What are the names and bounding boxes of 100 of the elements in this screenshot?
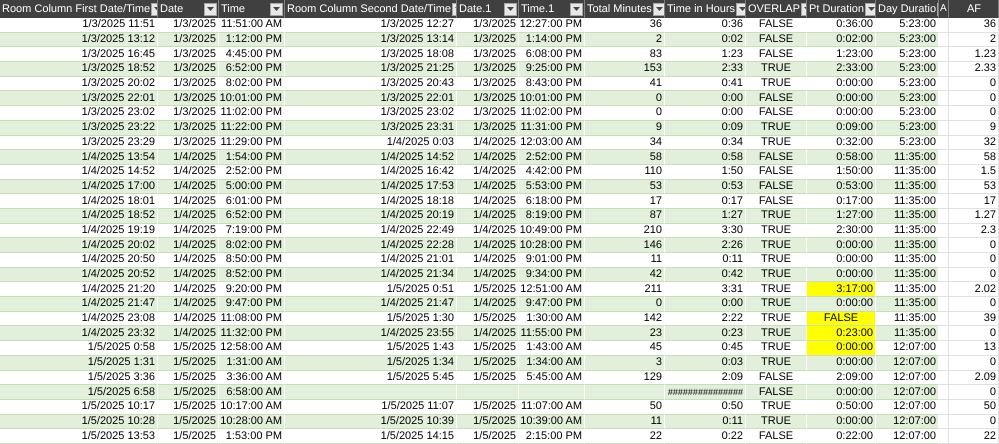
column-header[interactable]: Time in Hours [665, 0, 746, 18]
column-header[interactable]: Time.1 [519, 0, 585, 18]
table-cell: 1/3/2025 23:31 [285, 120, 457, 136]
table-cell: 1/4/2025 [457, 326, 519, 342]
table-cell: 0:36:00 [807, 18, 876, 33]
caret-icon [507, 7, 514, 11]
table-cell: 1/3/2025 [457, 62, 519, 77]
table-cell: TRUE [746, 356, 807, 370]
table-cell: 1/4/2025 [457, 208, 519, 224]
table-cell: 1/4/2025 21:34 [285, 268, 457, 282]
table-cell: 11:08:00 PM [219, 312, 285, 326]
table-cell: 1.27 [949, 208, 999, 224]
table-cell: 53 [585, 180, 665, 194]
table-cell: 5:23:00 [876, 62, 939, 77]
table-cell: 1:31:00 AM [219, 356, 285, 370]
table-cell: 1/5/2025 1:31 [0, 356, 158, 370]
table-cell: 1/3/2025 [158, 120, 219, 136]
table-cell: 0 [949, 238, 999, 253]
table-cell: 1/5/2025 [457, 282, 519, 298]
table-cell: FALSE [746, 370, 807, 386]
table-cell: 1/5/2025 [457, 414, 519, 430]
column-header[interactable]: Room Column Second Date/Time [285, 0, 457, 18]
caret-icon [739, 7, 745, 11]
table-cell: 0:00:00 [807, 76, 876, 92]
table-cell: 13 [949, 341, 999, 356]
table-cell: 0:00 [665, 91, 746, 106]
table-cell: 0:41 [665, 76, 746, 92]
table-cell: 11:35:00 [876, 180, 939, 194]
table-cell: 6:08:00 PM [519, 47, 585, 62]
table-cell: 0:22 [665, 429, 746, 444]
table-cell: 12:07:00 [876, 429, 939, 444]
table-cell: 1/3/2025 12:27 [285, 18, 457, 33]
table-cell: FALSE [746, 164, 807, 180]
table-cell: 0:00:00 [807, 356, 876, 370]
table-cell: 1/3/2025 [158, 76, 219, 92]
table-cell: 9:34:00 PM [519, 268, 585, 282]
table-cell: 1/3/2025 22:01 [285, 91, 457, 106]
table-cell: 2:09:00 [807, 370, 876, 386]
table-cell: 129 [585, 370, 665, 386]
table-cell: 1/3/2025 [158, 91, 219, 106]
column-header[interactable]: Date.1 [457, 0, 519, 18]
table-cell: 0:32:00 [807, 136, 876, 150]
column-header[interactable]: OVERLAP [746, 0, 807, 18]
table-cell: 1:53:00 PM [219, 429, 285, 444]
table-cell: 1/5/2025 [158, 341, 219, 356]
table-cell: 1/5/2025 0:51 [285, 282, 457, 298]
column-header[interactable]: Room Column First Date/Time [0, 0, 158, 18]
table-cell: 1/5/2025 [158, 370, 219, 386]
table-cell: 1/4/2025 [158, 164, 219, 180]
table-cell: FALSE [746, 91, 807, 106]
table-cell: 2.3 [949, 224, 999, 238]
table-cell: 1/3/2025 [158, 18, 219, 33]
table-cell: 1/5/2025 [457, 400, 519, 415]
table-cell: 1:27 [665, 208, 746, 224]
table-cell: 10:39:00 AM [519, 414, 585, 430]
table-cell: 0:42 [665, 268, 746, 282]
column-header[interactable]: Total Minutes [585, 0, 665, 18]
table-cell: 1/5/2025 1:43 [285, 341, 457, 356]
column-header[interactable]: Time [219, 0, 285, 18]
table-cell: 11:07:00 AM [519, 400, 585, 415]
table-cell: 0:00 [665, 297, 746, 312]
table-cell: 210 [585, 224, 665, 238]
column-header[interactable]: AF [949, 0, 999, 18]
table-cell: 1/5/2025 [158, 429, 219, 444]
table-cell: 2.33 [949, 62, 999, 77]
table-cell: 1/5/2025 [158, 400, 219, 415]
table-cell: TRUE [746, 312, 807, 326]
table-cell: 1/3/2025 23:22 [0, 120, 158, 136]
table-cell: 1/5/2025 [158, 385, 219, 400]
table-cell: 3:31 [665, 282, 746, 298]
table-cell: 9:47:00 PM [219, 297, 285, 312]
table-cell: 11:51:00 AM [219, 18, 285, 33]
table-cell: 2.02 [949, 282, 999, 298]
table-cell: 1/4/2025 [158, 282, 219, 298]
table-cell: 1/3/2025 22:01 [0, 91, 158, 106]
table-cell: 0:02 [665, 32, 746, 48]
caret-icon [868, 7, 875, 11]
table-cell: 1/4/2025 [158, 180, 219, 194]
column-header[interactable]: Pt Duration [807, 0, 876, 18]
table-cell: 1:50:00 [807, 164, 876, 180]
table-cell: 1/4/2025 [158, 194, 219, 209]
table-cell: 8:19:00 PM [519, 208, 585, 224]
table-cell: TRUE [746, 341, 807, 356]
table-cell: 12:07:00 [876, 414, 939, 430]
column-header[interactable]: Date [158, 0, 219, 18]
column-header[interactable]: Day Duratio [876, 0, 939, 18]
column-header[interactable]: A [939, 0, 949, 18]
table-cell: 211 [585, 282, 665, 298]
table-cell: 1/5/2025 6:58 [0, 385, 158, 400]
table-cell: 2.09 [949, 370, 999, 386]
table-cell: 1/5/2025 14:15 [285, 429, 457, 444]
table-cell: 1/5/2025 [457, 312, 519, 326]
table-cell: 1/3/2025 20:02 [0, 76, 158, 92]
table-cell: FALSE [746, 429, 807, 444]
table-cell: FALSE [746, 150, 807, 165]
table-cell: 5:23:00 [876, 106, 939, 121]
table-cell: 5:45:00 AM [519, 370, 585, 386]
table-cell: 0:58:00 [807, 150, 876, 165]
table-cell: 0 [949, 326, 999, 342]
table-cell: 1/4/2025 20:19 [285, 208, 457, 224]
